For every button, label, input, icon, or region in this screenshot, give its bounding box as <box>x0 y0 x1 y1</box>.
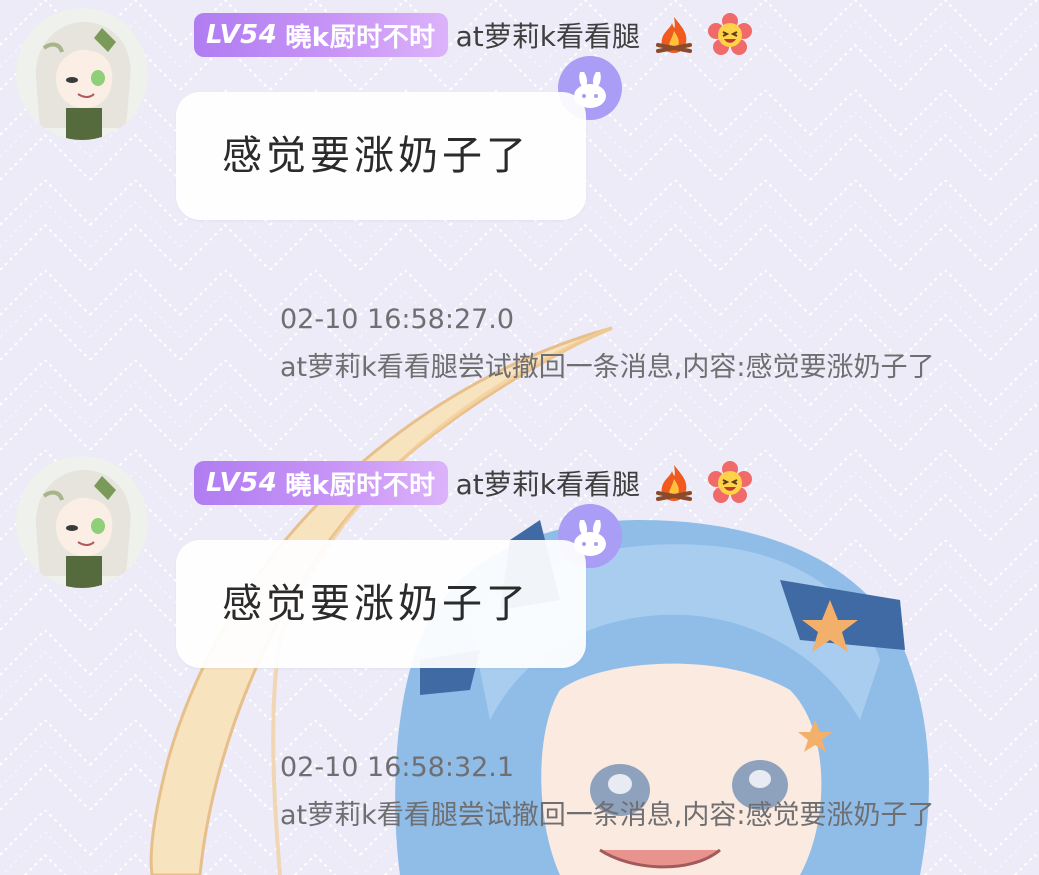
message-bubble[interactable]: 感觉要涨奶子了 <box>176 540 586 668</box>
notice-time: 02-10 16:58:27.0 <box>280 304 515 335</box>
message-bubble[interactable]: 感觉要涨奶子了 <box>176 92 586 220</box>
fire-emoji-icon <box>655 17 692 53</box>
recall-notice: 02-10 16:58:32.1 at萝莉k看看腿尝试撤回一条消息,内容:感觉要… <box>280 744 934 840</box>
level-badge[interactable]: LV54 曉k厨时不时 <box>194 13 448 57</box>
message-header: LV54 曉k厨时不时 at萝莉k看看腿 <box>194 460 752 506</box>
fire-emoji-icon <box>655 465 692 501</box>
chat-message: LV54 曉k厨时不时 at萝莉k看看腿 感觉要涨奶子了 <box>0 448 1039 678</box>
notice-time: 02-10 16:58:32.1 <box>280 752 515 783</box>
laughing-flower-icon <box>707 13 752 55</box>
level-badge[interactable]: LV54 曉k厨时不时 <box>194 461 448 505</box>
recall-notice: 02-10 16:58:27.0 at萝莉k看看腿尝试撤回一条消息,内容:感觉要… <box>280 296 934 392</box>
notice-text: at萝莉k看看腿尝试撤回一条消息,内容:感觉要涨奶子了 <box>280 800 935 831</box>
laughing-flower-icon <box>707 461 752 503</box>
message-text: 感觉要涨奶子了 <box>222 133 530 179</box>
sender-nickname[interactable]: at萝莉k看看腿 <box>456 15 640 55</box>
badge-title: 曉k厨时不时 <box>285 22 436 53</box>
sender-nickname[interactable]: at萝莉k看看腿 <box>456 463 640 503</box>
avatar[interactable] <box>16 456 148 588</box>
message-header: LV54 曉k厨时不时 at萝莉k看看腿 <box>194 12 752 58</box>
message-text: 感觉要涨奶子了 <box>222 581 530 627</box>
badge-level: LV54 <box>206 20 278 50</box>
chat-message: LV54 曉k厨时不时 at萝莉k看看腿 感觉要涨奶子了 <box>0 0 1039 230</box>
avatar[interactable] <box>16 8 148 140</box>
badge-level: LV54 <box>206 468 278 498</box>
badge-title: 曉k厨时不时 <box>285 470 436 501</box>
notice-text: at萝莉k看看腿尝试撤回一条消息,内容:感觉要涨奶子了 <box>280 352 935 383</box>
